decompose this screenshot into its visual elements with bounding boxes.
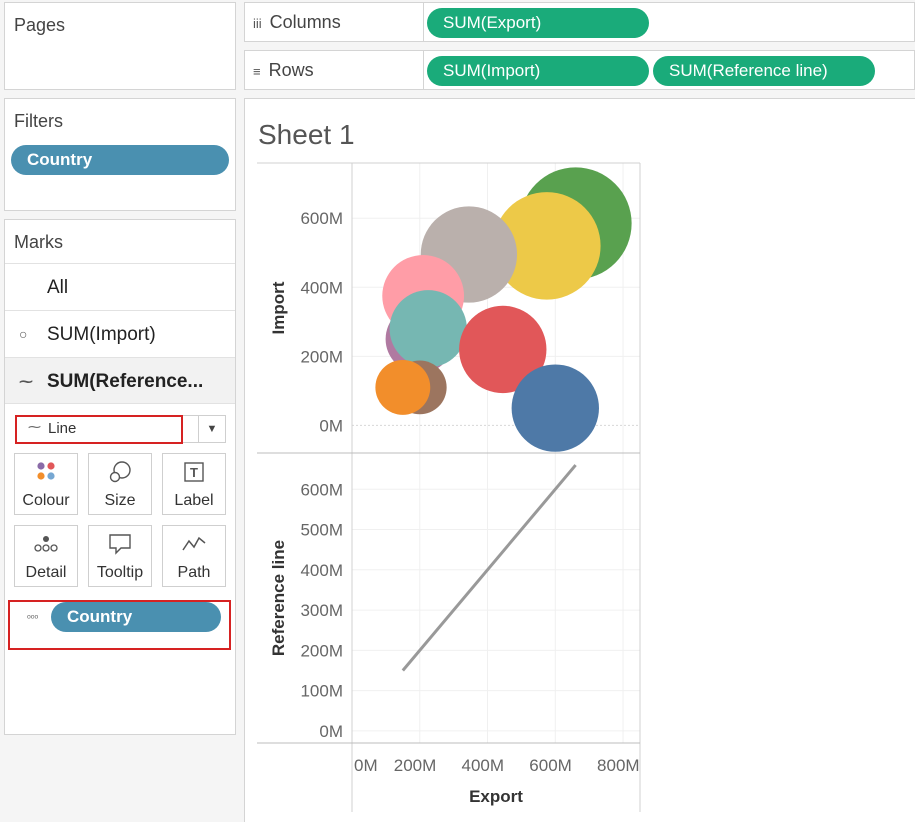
marks-row-sum-reference[interactable]: ⁓ SUM(Reference...: [5, 357, 235, 404]
columns-icon: iii: [253, 16, 262, 31]
rows-label: Rows: [268, 60, 314, 80]
columns-pill-sum-export[interactable]: SUM(Export): [427, 8, 649, 38]
label-card[interactable]: T Label: [162, 453, 226, 515]
detail-icon: [15, 532, 77, 562]
detail-pill-highlight: [8, 600, 231, 650]
rows-shelf-label: ≡ Rows: [253, 51, 314, 91]
colour-icon: [15, 460, 77, 490]
path-icon: [163, 532, 225, 562]
size-label: Size: [104, 492, 136, 509]
circle-icon: ○: [19, 326, 28, 342]
label-label: Label: [174, 492, 214, 509]
path-card[interactable]: Path: [162, 525, 226, 587]
marks-panel: Marks All ○ SUM(Import) ⁓ SUM(Reference.…: [4, 219, 236, 735]
marks-row-label: SUM(Import): [47, 324, 156, 345]
colour-card[interactable]: Colour: [14, 453, 78, 515]
tooltip-label: Tooltip: [96, 564, 144, 581]
size-card[interactable]: Size: [88, 453, 152, 515]
rows-icon: ≡: [253, 64, 261, 79]
rows-pill-sum-import[interactable]: SUM(Import): [427, 56, 649, 86]
pages-title: Pages: [14, 15, 66, 35]
mark-type-highlight: [15, 415, 183, 444]
path-label: Path: [177, 564, 211, 581]
sheet-view: Sheet 1: [244, 98, 915, 822]
rows-shelf: ≡ Rows SUM(Import) SUM(Reference line): [244, 50, 915, 90]
filters-title: Filters: [14, 111, 63, 131]
detail-label: Detail: [25, 564, 67, 581]
chevron-down-icon[interactable]: ▼: [198, 416, 225, 442]
marks-title: Marks: [14, 232, 63, 252]
columns-label: Columns: [269, 12, 341, 32]
marks-row-all[interactable]: All: [5, 263, 235, 310]
tooltip-icon: [89, 532, 151, 562]
filters-panel: Filters Country: [4, 98, 236, 211]
line-icon: ⁓: [19, 373, 33, 389]
tooltip-card[interactable]: Tooltip: [88, 525, 152, 587]
sheet-title: Sheet 1: [258, 119, 355, 150]
detail-card[interactable]: Detail: [14, 525, 78, 587]
text-label-icon: T: [163, 460, 225, 490]
pages-panel: Pages: [4, 2, 236, 90]
columns-shelf-label: iii Columns: [253, 3, 341, 43]
shelf-divider: [423, 51, 424, 89]
columns-shelf: iii Columns SUM(Export): [244, 2, 915, 42]
svg-text:T: T: [190, 465, 198, 480]
shelf-divider: [423, 3, 424, 41]
size-icon: [89, 460, 151, 490]
filter-pill-country[interactable]: Country: [11, 145, 229, 175]
marks-row-sum-import[interactable]: ○ SUM(Import): [5, 310, 235, 357]
marks-row-label: All: [47, 277, 69, 298]
marks-row-label: SUM(Reference...: [47, 371, 204, 392]
colour-label: Colour: [22, 492, 70, 509]
rows-pill-sum-reference-line[interactable]: SUM(Reference line): [653, 56, 875, 86]
